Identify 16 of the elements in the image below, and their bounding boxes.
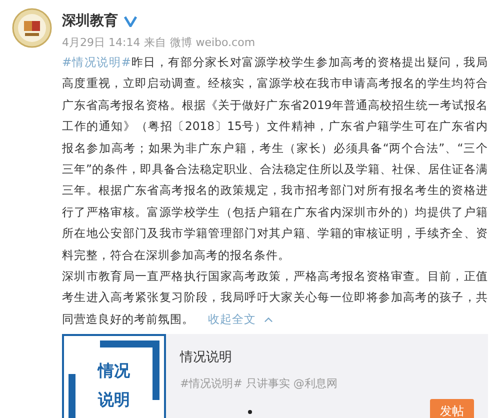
source-label: 来自 [144, 35, 166, 50]
thumbnail-text: 情况 [98, 361, 130, 382]
card-description: #情况说明# 只讲事实 @利息网 [180, 376, 338, 392]
post-text: #情况说明#昨日，有部分家长对富源学校学生参加高考的资格提出疑问，我局高度重视，立即启动调查。经核实，富源学校在我市申请高考报名的学生均符合广东省高考报名资格。根据《关于做好广东省2019年普通高校招生统一考试报名工作的通知》（粤招〔2018〕15号）文件精神，广东省户籍学生可在广东省内报名参加高考；如果为非广东户籍，考生（家长）必须具备“两个合法”、“三个三年”的条件，即具备合法稳定职业、合法稳定住所以及学籍、社保、居住证各满三年。根据广东省高考报名的政策规定，我市招考部门对所有报名考生的资格进行了严格审核。富源学校学生（包括户籍在广东省内深圳市外的）均提供了户籍所在地公安部门及我市学籍管理部门对其户籍、学籍的审核证明，手续齐全、资料完整，符合在深圳参加高考的报名条件。 [62, 54, 488, 264]
card-title: 情况说明 [180, 349, 233, 366]
post-time[interactable]: 4月29日 14:14 [62, 35, 140, 50]
collapse-link[interactable]: 收起全文 [208, 312, 273, 326]
post-text: 深圳市教育局一直严格执行国家高考政策，严格高考报名资格审查。目前，正值考生进入高考紧张复习阶段，我局呼吁大家关心每一位即将参加高考的孩子，共同营造良好的考前氛围。 收起全文 [62, 268, 488, 328]
thumbnail-text: 说明 [98, 390, 130, 412]
link-card[interactable]: 情况 说明 情况说明 #情况说明# 只讲事实 @利息网 发帖 [62, 334, 488, 418]
account-name[interactable]: 深圳教育 [62, 12, 118, 30]
hashtag-link[interactable]: #情况说明# [62, 55, 131, 69]
source-link[interactable]: 微博 weibo.com [170, 35, 256, 50]
post-button[interactable]: 发帖 [430, 399, 474, 418]
caret-icon [264, 316, 273, 323]
avatar-icon[interactable] [12, 8, 52, 48]
